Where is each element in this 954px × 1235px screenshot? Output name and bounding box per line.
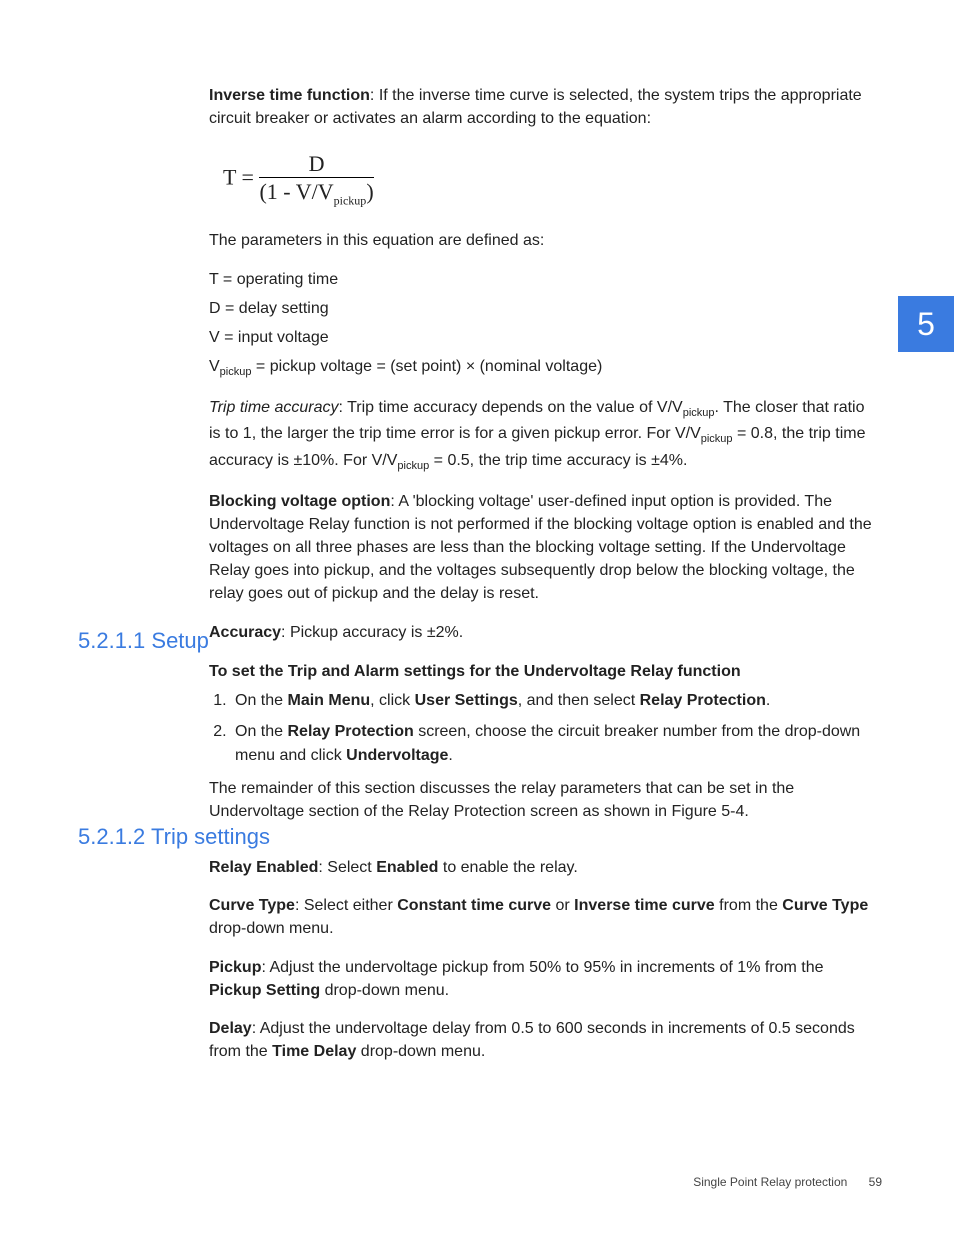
t: .: [766, 692, 770, 709]
t: ): [366, 179, 373, 204]
step-2: On the Relay Protection screen, choose t…: [231, 720, 879, 766]
para-setup-tail: The remainder of this section discusses …: [209, 777, 879, 823]
t: or: [551, 897, 574, 914]
para-blocking-voltage: Blocking voltage option: A 'blocking vol…: [209, 490, 879, 606]
para-curve-type: Curve Type: Select either Constant time …: [209, 894, 879, 940]
t: : Trip time accuracy depends on the valu…: [339, 399, 683, 416]
t: : Select: [318, 859, 376, 876]
para-delay: Delay: Adjust the undervoltage delay fro…: [209, 1017, 879, 1063]
t: V: [318, 179, 334, 204]
t: Undervoltage: [346, 747, 448, 764]
eq-fraction: D (1 - V/Vpickup): [259, 152, 373, 207]
t: , and then select: [518, 692, 640, 709]
eq-equals: =: [236, 165, 259, 190]
t: : Select either: [295, 897, 397, 914]
heading-setup: 5.2.1.1 Setup: [78, 625, 878, 657]
t: drop-down menu.: [320, 982, 449, 999]
eq-denominator: (1 - V/Vpickup): [259, 178, 373, 207]
t: .: [448, 747, 452, 764]
t: drop-down menu.: [356, 1043, 485, 1060]
t: Constant time curve: [397, 897, 551, 914]
t: V: [209, 358, 220, 375]
t: Delay: [209, 1020, 252, 1037]
para-params-intro: The parameters in this equation are defi…: [209, 229, 879, 252]
t: : Adjust the undervoltage pickup from 50…: [261, 959, 823, 976]
t: (1 - V: [259, 179, 311, 204]
para-inverse-time: Inverse time function: If the inverse ti…: [209, 84, 879, 130]
t: On the: [235, 692, 287, 709]
step-1: On the Main Menu, click User Settings, a…: [231, 689, 879, 712]
t: User Settings: [415, 692, 518, 709]
equation: T = D (1 - V/Vpickup): [223, 152, 879, 207]
para-relay-enabled: Relay Enabled: Select Enabled to enable …: [209, 856, 879, 879]
footer-doc-title: Single Point Relay protection: [693, 1175, 847, 1189]
heading-trip-settings: 5.2.1.2 Trip settings: [78, 821, 878, 853]
para-trip-accuracy: Trip time accuracy: Trip time accuracy d…: [209, 396, 879, 474]
t: Pickup: [209, 959, 261, 976]
page-footer: Single Point Relay protection 59: [693, 1174, 882, 1191]
t: Inverse time curve: [574, 897, 715, 914]
body-setup: To set the Trip and Alarm settings for t…: [209, 660, 879, 838]
t: Time Delay: [272, 1043, 356, 1060]
t: To set the Trip and Alarm settings for t…: [209, 663, 741, 680]
label-inverse-time: Inverse time function: [209, 87, 370, 104]
page: 5 Inverse time function: If the inverse …: [0, 0, 954, 1235]
footer-page-number: 59: [869, 1175, 882, 1189]
t: Curve Type: [782, 897, 868, 914]
t: drop-down menu.: [209, 920, 334, 937]
label-blocking-voltage: Blocking voltage option: [209, 493, 390, 510]
chapter-tab: 5: [898, 296, 954, 352]
steps-list: On the Main Menu, click User Settings, a…: [209, 689, 879, 767]
label-trip-accuracy: Trip time accuracy: [209, 399, 339, 416]
para-pickup: Pickup: Adjust the undervoltage pickup f…: [209, 956, 879, 1002]
t: Pickup Setting: [209, 982, 320, 999]
t: pickup: [334, 194, 367, 208]
def-d: D = delay setting: [209, 297, 879, 320]
t: Main Menu: [287, 692, 370, 709]
t: to enable the relay.: [438, 859, 577, 876]
t: = pickup voltage = (set point) × (nomina…: [251, 358, 602, 375]
t: , click: [370, 692, 414, 709]
body-trip-settings: Relay Enabled: Select Enabled to enable …: [209, 856, 879, 1078]
t: On the: [235, 723, 287, 740]
sub: pickup: [683, 408, 715, 420]
eq-lhs: T: [223, 165, 236, 190]
t: Relay Enabled: [209, 859, 318, 876]
t: Curve Type: [209, 897, 295, 914]
def-vpickup: Vpickup = pickup voltage = (set point) ×…: [209, 355, 879, 381]
def-t: T = operating time: [209, 268, 879, 291]
t: from the: [715, 897, 783, 914]
t: Enabled: [376, 859, 438, 876]
t: Relay Protection: [287, 723, 413, 740]
t: = 0.5, the trip time accuracy is ±4%.: [429, 452, 687, 469]
sub: pickup: [220, 366, 252, 378]
eq-numerator: D: [259, 152, 373, 178]
t: Relay Protection: [640, 692, 766, 709]
sub: pickup: [397, 460, 429, 472]
body-intro: Inverse time function: If the inverse ti…: [209, 84, 879, 659]
def-v: V = input voltage: [209, 326, 879, 349]
sub: pickup: [701, 434, 733, 446]
lead-setup: To set the Trip and Alarm settings for t…: [209, 660, 879, 683]
